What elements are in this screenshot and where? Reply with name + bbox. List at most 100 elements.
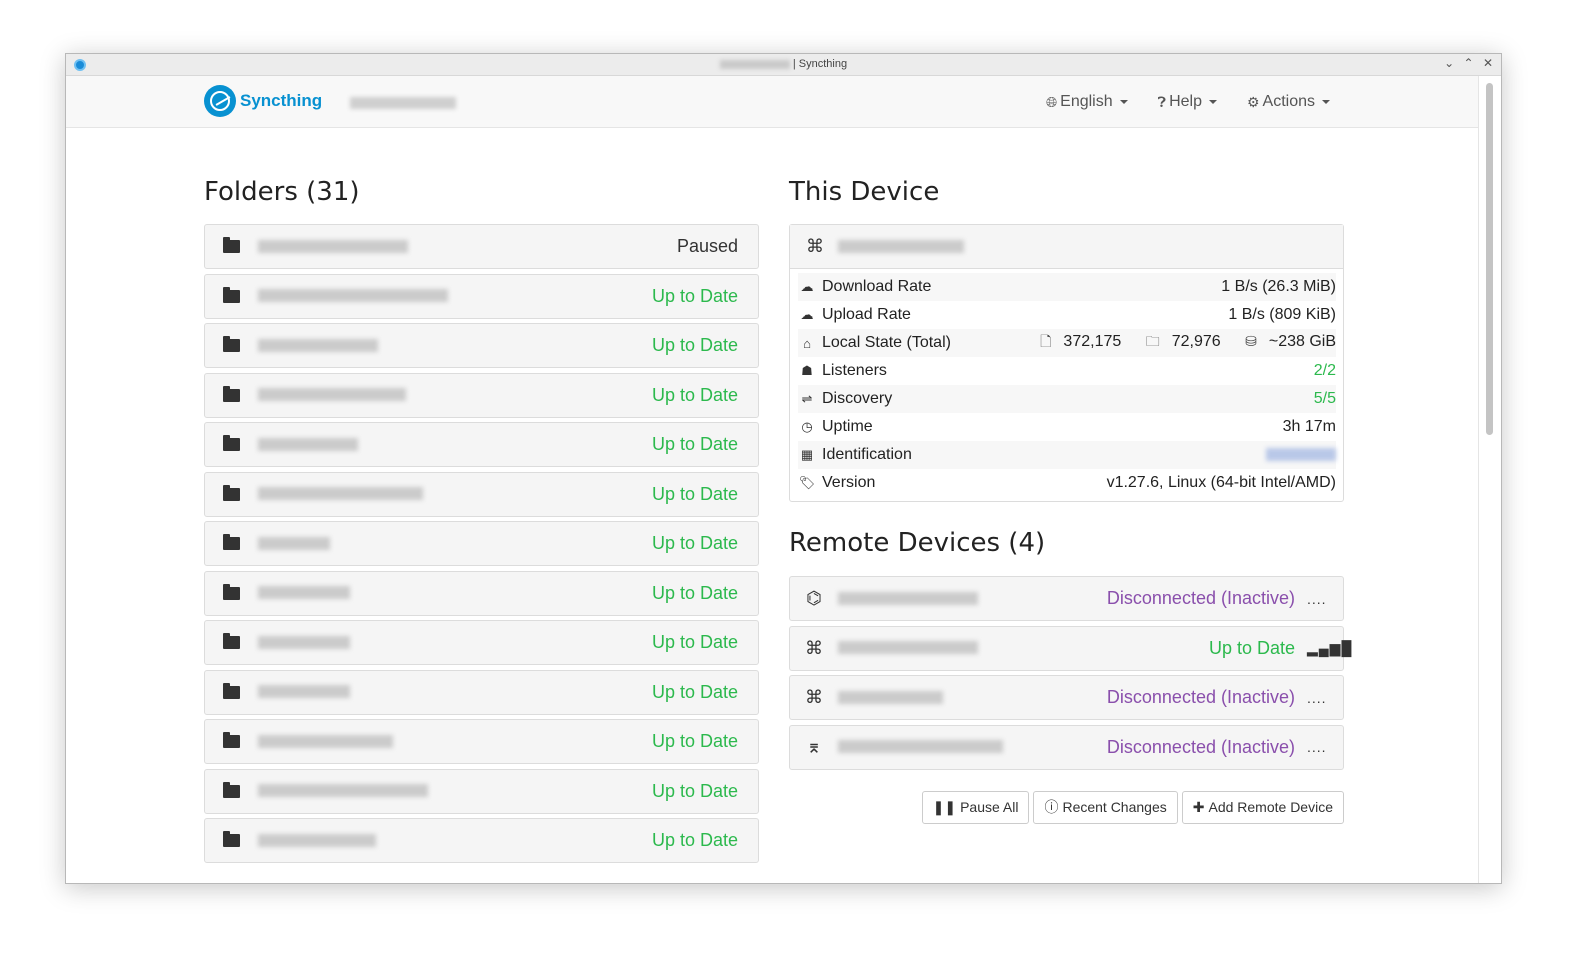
folder-status: Up to Date <box>651 434 738 454</box>
folder-name <box>258 238 677 256</box>
folder-item[interactable]: Up to Date <box>204 620 759 665</box>
brand-link[interactable]: Syncthing <box>204 85 322 117</box>
blurred-folder-name <box>258 289 448 303</box>
folder-item[interactable]: Up to Date <box>204 818 759 863</box>
remote-device-item[interactable]: ⌘ Disconnected (Inactive).... <box>789 675 1344 720</box>
connection-signal-icon: ▂▄▆█ <box>1307 639 1353 656</box>
remote-device-item[interactable]: ⌘ Up to Date ▂▄▆█ <box>789 625 1353 671</box>
folder-status: Up to Date <box>651 681 738 702</box>
local-state-values: 🗋︎ 372,175 🗀︎ 72,976 ⛁ ~238 GiB <box>1020 331 1336 355</box>
remote-device-item[interactable]: ⌬ Disconnected (Inactive).... <box>789 576 1344 621</box>
folder-item[interactable]: Paused <box>204 224 759 269</box>
version-label: Version <box>822 474 876 491</box>
window-title: | Syncthing <box>66 58 1501 70</box>
pause-all-button[interactable]: ❚❚ Pause All <box>921 790 1030 824</box>
folder-name <box>258 733 652 751</box>
remote-device-name <box>838 639 1209 657</box>
blurred-folder-name <box>258 685 350 699</box>
app-window: | Syncthing ⌄ ⌃ ✕ Syncthing 🌐︎ English ❓… <box>65 53 1502 884</box>
folder-icon <box>223 534 240 550</box>
local-state-label: Local State (Total) <box>822 334 951 351</box>
upload-rate-value: 1 B/s (809 KiB) <box>1228 306 1336 323</box>
blurred-folder-name <box>258 388 406 402</box>
folder-item[interactable]: Up to Date <box>204 719 759 764</box>
remote-device-list: ⌬ Disconnected (Inactive).... ⌘ Up to Date ▂… <box>789 576 1353 770</box>
folder-name <box>258 535 652 553</box>
folder-item[interactable]: Up to Date <box>204 471 759 517</box>
this-device-header[interactable]: ⌘ <box>790 225 1343 269</box>
blurred-folder-name <box>258 833 376 847</box>
file-icon: 🗋︎ <box>1040 333 1052 349</box>
add-remote-device-button[interactable]: ✚ Add Remote Device <box>1181 790 1344 824</box>
discovery-label: Discovery <box>822 390 893 407</box>
close-icon[interactable]: ✕ <box>1483 56 1493 70</box>
scrollbar-thumb[interactable] <box>1486 83 1493 435</box>
device-identicon-icon: ⌘ <box>806 236 824 256</box>
language-dropdown[interactable]: 🌐︎ English <box>1046 93 1128 111</box>
plus-icon: ✚ <box>1192 798 1205 815</box>
folder-item[interactable]: Up to Date <box>204 669 759 715</box>
remote-device-name <box>838 590 1107 608</box>
remote-devices-heading: Remote Devices (4) <box>789 528 1046 558</box>
file-count: 🗋︎ 372,175 <box>1030 333 1121 350</box>
signpost-icon: ⇌ <box>801 391 813 406</box>
folder-item[interactable]: Up to Date <box>204 273 759 319</box>
folder-icon <box>223 336 240 352</box>
blurred-device-id <box>1266 448 1336 462</box>
clock-icon: ◷ <box>801 419 813 434</box>
home-icon: ⌂ <box>803 335 811 351</box>
connection-signal-icon: .... <box>1307 590 1327 607</box>
folder-icon <box>223 682 240 699</box>
this-device-panel: ⌘ ☁ Download Rate 1 B/s (26.3 MiB) ☁ Upl… <box>789 224 1344 502</box>
remote-device-status: Disconnected (Inactive) <box>1106 588 1295 608</box>
window-title-text: | Syncthing <box>792 58 848 70</box>
upload-rate-label: Upload Rate <box>822 306 911 323</box>
listeners-value[interactable]: 2/2 <box>1314 362 1336 380</box>
folder-icon <box>223 831 240 847</box>
folder-item[interactable]: Up to Date <box>204 372 759 418</box>
folder-item[interactable]: Up to Date <box>204 768 759 814</box>
maximize-icon[interactable]: ⌃ <box>1464 56 1474 70</box>
folder-item[interactable]: Up to Date <box>204 570 759 616</box>
caret-down-icon <box>1208 100 1217 104</box>
blurred-device-name <box>838 591 978 605</box>
folder-icon <box>223 385 240 402</box>
help-dropdown[interactable]: ❓︎ Help <box>1158 93 1217 111</box>
remote-device-status: Disconnected (Inactive) <box>1106 687 1295 707</box>
sitemap-icon: ☗ <box>801 363 813 378</box>
this-device-heading: This Device <box>789 177 940 207</box>
folder-item[interactable]: Up to Date <box>204 422 759 467</box>
discovery-value[interactable]: 5/5 <box>1314 390 1336 408</box>
version-value: v1.27.6, Linux (64-bit Intel/AMD) <box>1106 474 1336 491</box>
identification-label: Identification <box>822 446 912 463</box>
minimize-icon[interactable]: ⌄ <box>1444 56 1454 70</box>
remote-device-item[interactable]: ⌆ Disconnected (Inactive).... <box>789 724 1344 770</box>
recent-changes-button[interactable]: ⓘ Recent Changes <box>1033 790 1178 824</box>
tag-icon: 🏷︎ <box>798 475 816 490</box>
folders-heading: Folders (31) <box>204 177 360 207</box>
identification-row: ▦ Identification <box>798 441 1336 469</box>
pause-all-label: Pause All <box>960 799 1019 815</box>
file-count-value: 372,175 <box>1063 333 1122 350</box>
blurred-device-name <box>838 641 978 655</box>
download-rate-value: 1 B/s (26.3 MiB) <box>1221 278 1336 295</box>
folder-icon <box>223 435 240 451</box>
vertical-scrollbar[interactable] <box>1478 76 1501 883</box>
folder-icon <box>223 583 240 600</box>
folder-item[interactable]: Up to Date <box>204 323 759 368</box>
folder-icon <box>223 484 240 501</box>
blurred-device-name <box>838 740 1003 754</box>
actions-dropdown[interactable]: ⚙︎ Actions <box>1247 93 1330 111</box>
folder-name <box>258 832 652 850</box>
identification-value[interactable] <box>1266 446 1336 464</box>
blurred-device-name <box>838 690 943 704</box>
folder-item[interactable]: Up to Date <box>204 521 759 566</box>
actions-label: Actions <box>1262 93 1315 110</box>
folder-count: 🗀︎ 72,976 <box>1136 333 1221 350</box>
window-controls: ⌄ ⌃ ✕ <box>1438 56 1493 70</box>
folder-icon <box>223 633 240 649</box>
folder-status: Up to Date <box>651 483 738 504</box>
blurred-folder-name <box>258 437 358 451</box>
uptime-label: Uptime <box>822 418 873 435</box>
folder-count-value: 72,976 <box>1171 333 1221 350</box>
